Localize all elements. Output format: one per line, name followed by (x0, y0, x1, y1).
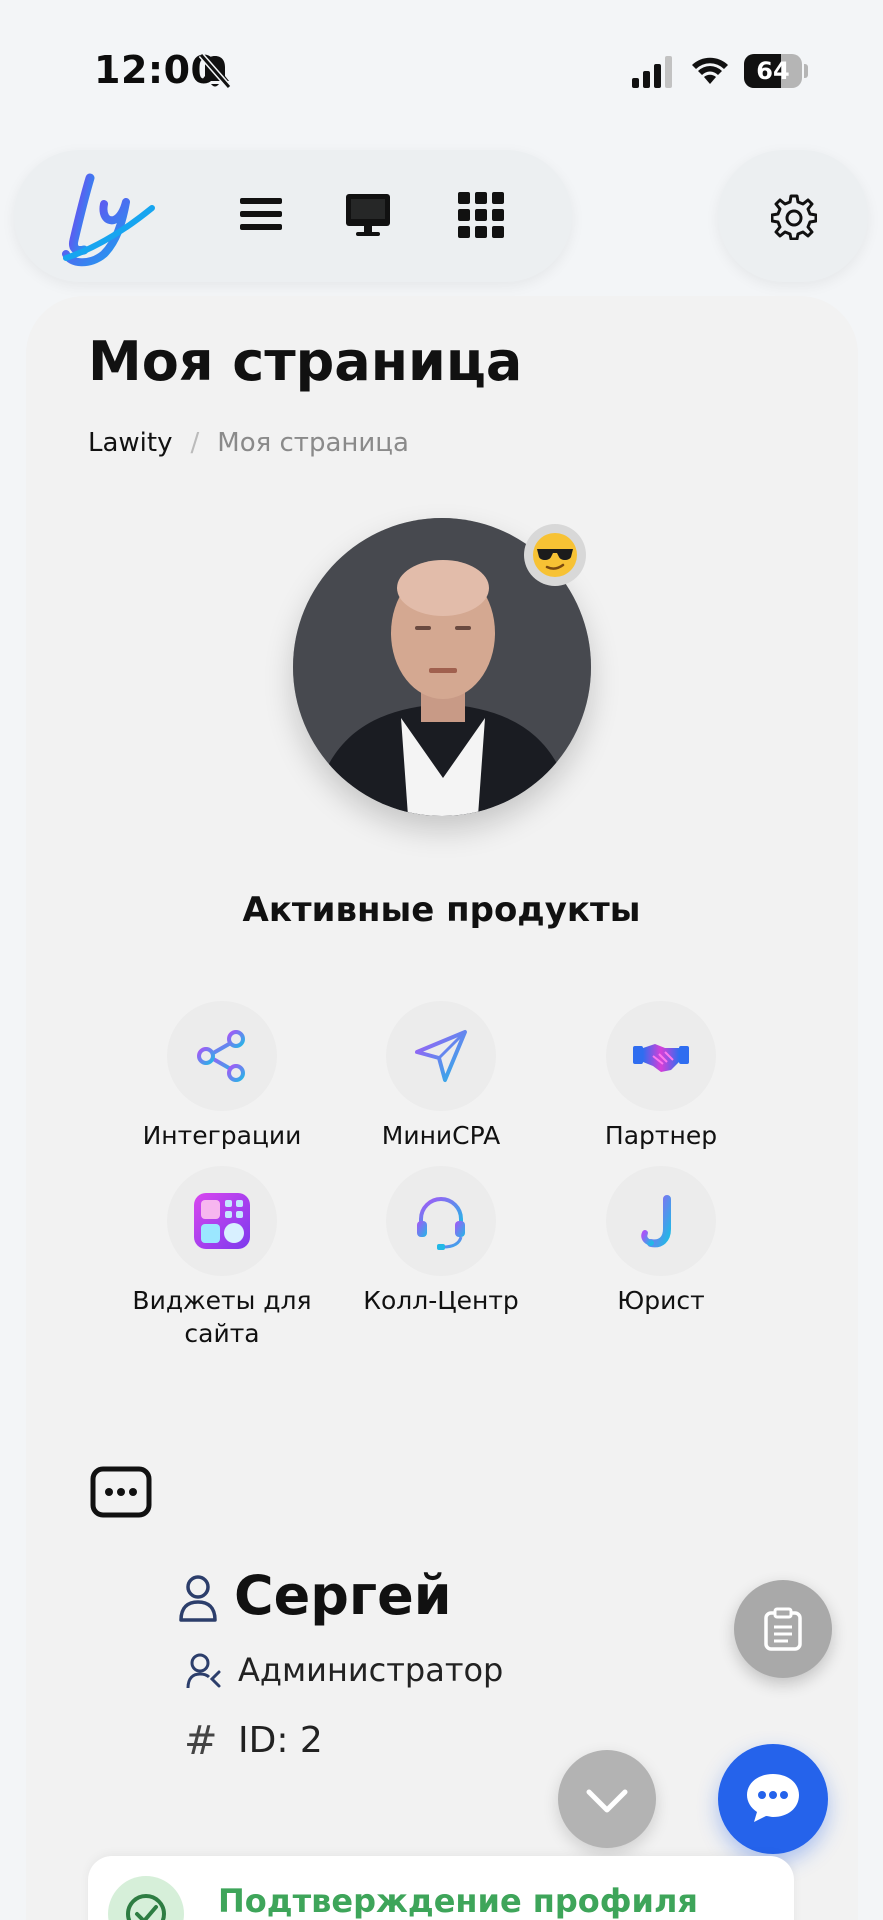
user-role-icon (186, 1653, 221, 1689)
product-icon-container (167, 1166, 277, 1276)
user-role: Администратор (238, 1651, 504, 1689)
user-name: Сергей (234, 1564, 452, 1627)
user-id: ID: 2 (238, 1720, 323, 1761)
menu-icon[interactable] (240, 196, 282, 232)
navigation-arrow-icon (415, 1030, 467, 1082)
product-icon-container (167, 1001, 277, 1111)
battery-percent: 64 (756, 57, 790, 85)
product-widgets[interactable]: Виджеты для сайта (122, 1166, 322, 1350)
breadcrumb: Lawity / Моя страница (88, 428, 409, 458)
status-emoji-badge[interactable] (524, 524, 586, 586)
monitor-icon[interactable] (344, 192, 392, 238)
bell-muted-icon (198, 53, 232, 89)
status-bar: 12:00 64 (0, 0, 883, 140)
product-label: Партнер (604, 1121, 718, 1150)
product-integrations[interactable]: Интеграции (122, 1001, 322, 1152)
product-minicpa[interactable]: МиниCPA (341, 1001, 541, 1152)
battery-indicator: 64 (744, 54, 802, 88)
clipboard-fab[interactable] (734, 1580, 832, 1678)
verification-title: Подтверждение профиля (218, 1882, 698, 1920)
product-label: Колл-Центр (363, 1286, 519, 1315)
chevron-down-icon (586, 1789, 628, 1813)
product-icon-container (386, 1001, 496, 1111)
handshake-icon (633, 1044, 689, 1072)
product-icon-container (386, 1166, 496, 1276)
product-label: Юрист (617, 1286, 705, 1315)
breadcrumb-home-link[interactable]: Lawity (88, 428, 173, 458)
product-partner[interactable]: Партнер (561, 1001, 761, 1152)
active-products-title: Активные продукты (242, 890, 641, 930)
lawity-logo[interactable] (60, 168, 164, 272)
share-icon (197, 1030, 245, 1082)
product-label: Интеграции (142, 1121, 302, 1150)
page-title: Моя страница (88, 330, 523, 393)
letter-j-icon (641, 1195, 671, 1248)
chat-fab[interactable] (718, 1744, 828, 1854)
apps-grid-icon[interactable] (458, 192, 504, 238)
breadcrumb-separator: / (190, 428, 200, 458)
product-icon-container (606, 1001, 716, 1111)
headset-icon (417, 1197, 465, 1250)
breadcrumb-current: Моя страница (217, 428, 409, 458)
wifi-icon (692, 57, 728, 84)
sunglasses-emoji-icon (533, 533, 577, 577)
settings-button[interactable] (718, 150, 868, 282)
widgets-icon (194, 1193, 250, 1249)
user-icon (179, 1575, 217, 1622)
product-call-center[interactable]: Колл-Центр (341, 1166, 541, 1317)
gear-icon (771, 194, 817, 240)
comment-dots-icon[interactable] (90, 1466, 152, 1518)
battery-cap (804, 64, 808, 78)
product-label: МиниCPA (381, 1121, 501, 1150)
product-icon-container (606, 1166, 716, 1276)
product-label: Виджеты для сайта (132, 1286, 312, 1348)
hash-icon: # (184, 1718, 218, 1764)
scroll-down-button[interactable] (558, 1750, 656, 1848)
signal-icon (632, 56, 672, 88)
chat-bubble-icon (747, 1774, 799, 1822)
product-lawyer[interactable]: Юрист (561, 1166, 761, 1317)
clipboard-icon (764, 1607, 802, 1651)
check-circle-icon (126, 1894, 166, 1920)
